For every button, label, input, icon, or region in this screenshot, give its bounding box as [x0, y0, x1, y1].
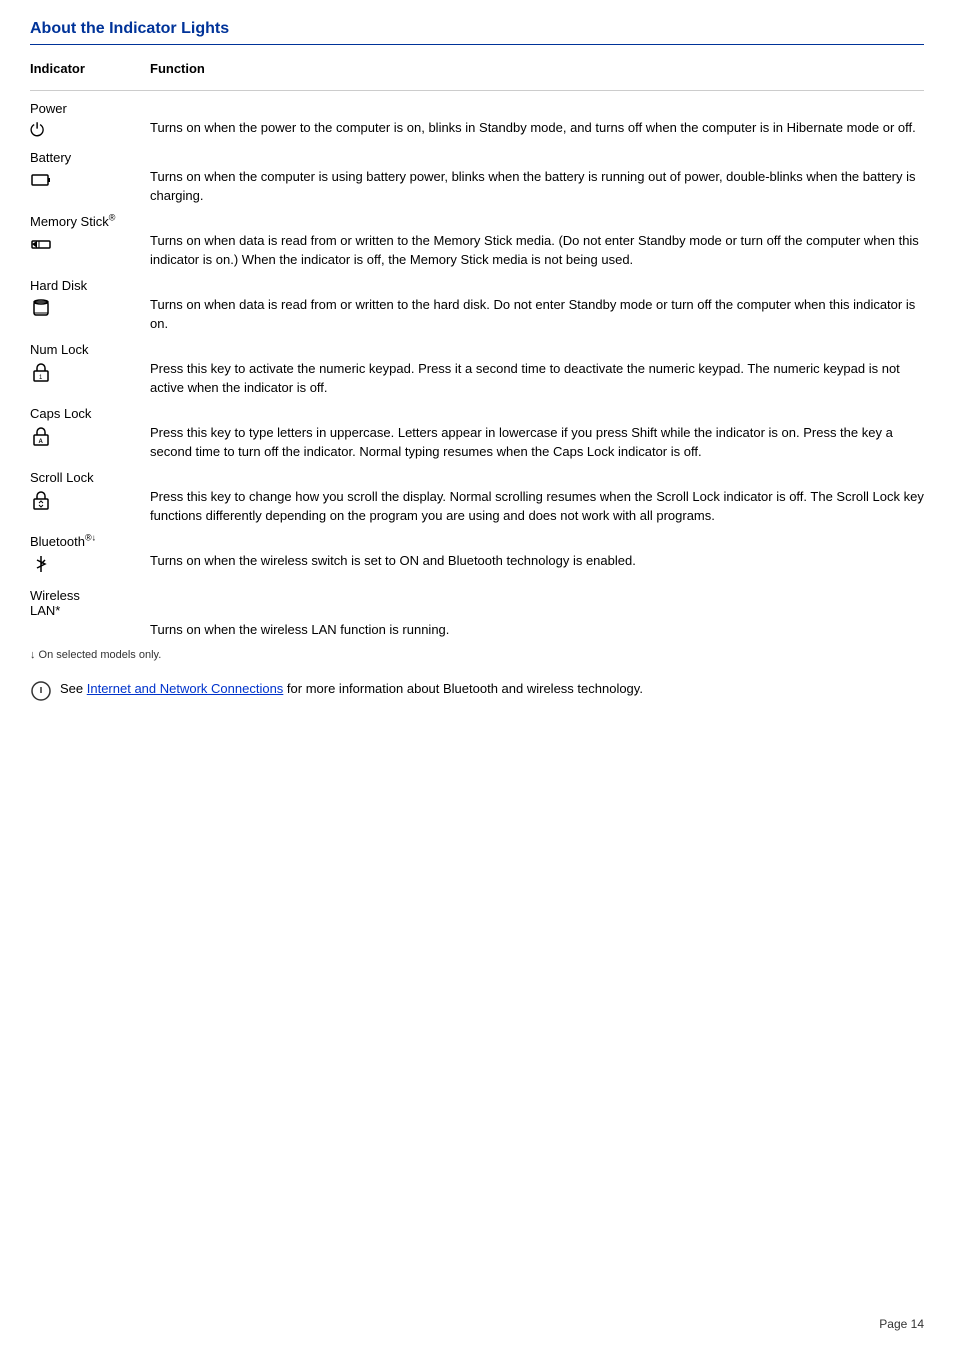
- svg-text:1: 1: [39, 375, 43, 381]
- scrolllock-icon-row: Press this key to change how you scroll …: [30, 487, 924, 526]
- harddisk-icon-cell: [30, 295, 150, 324]
- power-label: Power: [30, 101, 67, 116]
- bluetooth-group: Bluetooth®↓ Turns on when the wireless s…: [30, 534, 924, 580]
- note-text-before: See: [60, 681, 87, 696]
- numlock-icon: 1: [30, 361, 52, 383]
- harddisk-icon-row: Turns on when data is read from or writt…: [30, 295, 924, 334]
- note-section: See Internet and Network Connections for…: [30, 679, 924, 707]
- scrolllock-icon: [30, 489, 52, 511]
- harddisk-icon: [30, 297, 52, 319]
- header-divider: [30, 90, 924, 91]
- bluetooth-function: Turns on when the wireless switch is set…: [150, 551, 924, 571]
- note-link[interactable]: Internet and Network Connections: [87, 681, 284, 696]
- power-label-row: Power: [30, 101, 924, 116]
- wirelesslan-function: Turns on when the wireless LAN function …: [150, 620, 924, 640]
- harddisk-label: Hard Disk: [30, 278, 87, 293]
- scrolllock-icon-cell: [30, 487, 150, 516]
- wirelesslan-group: WirelessLAN* Turns on when the wireless …: [30, 588, 924, 640]
- harddisk-group: Hard Disk Turns on when data is read fro…: [30, 278, 924, 334]
- memorystick-function: Turns on when data is read from or writt…: [150, 231, 924, 270]
- capslock-icon-row: A Press this key to type letters in uppe…: [30, 423, 924, 462]
- wirelesslan-label: WirelessLAN*: [30, 588, 80, 618]
- wirelesslan-icon-row: Turns on when the wireless LAN function …: [30, 620, 924, 640]
- scrolllock-label: Scroll Lock: [30, 470, 94, 485]
- battery-label: Battery: [30, 150, 71, 165]
- capslock-icon: A: [30, 425, 52, 447]
- numlock-function: Press this key to activate the numeric k…: [150, 359, 924, 398]
- numlock-icon-row: 1 Press this key to activate the numeric…: [30, 359, 924, 398]
- bluetooth-label-row: Bluetooth®↓: [30, 534, 924, 549]
- battery-function: Turns on when the computer is using batt…: [150, 167, 924, 206]
- battery-icon-cell: [30, 167, 150, 196]
- header-indicator: Indicator: [30, 61, 150, 76]
- harddisk-label-row: Hard Disk: [30, 278, 924, 293]
- scrolllock-group: Scroll Lock Press this key to change how…: [30, 470, 924, 526]
- note-text-after: for more information about Bluetooth and…: [283, 681, 643, 696]
- power-group: Power ⏻ Turns on when the power to the c…: [30, 101, 924, 142]
- wirelesslan-label-row: WirelessLAN*: [30, 588, 924, 618]
- capslock-group: Caps Lock A Press this key to type lette…: [30, 406, 924, 462]
- note-icon: [30, 680, 52, 707]
- capslock-label-row: Caps Lock: [30, 406, 924, 421]
- footnote: ↓ On selected models only.: [30, 649, 924, 661]
- battery-icon-row: Turns on when the computer is using batt…: [30, 167, 924, 206]
- capslock-icon-cell: A: [30, 423, 150, 452]
- bluetooth-icon-row: Turns on when the wireless switch is set…: [30, 551, 924, 580]
- numlock-group: Num Lock 1 Press this key to activate th…: [30, 342, 924, 398]
- header-function: Function: [150, 61, 205, 76]
- table-header: Indicator Function: [30, 61, 924, 80]
- bluetooth-icon: [30, 553, 52, 575]
- battery-icon: [30, 169, 52, 191]
- note-pencil-icon: [30, 680, 52, 702]
- power-icon-cell: ⏻: [30, 118, 150, 142]
- capslock-function: Press this key to type letters in upperc…: [150, 423, 924, 462]
- memorystick-label-row: Memory Stick®: [30, 214, 924, 229]
- power-function: Turns on when the power to the computer …: [150, 118, 924, 138]
- power-icon: ⏻: [30, 120, 44, 140]
- bluetooth-label: Bluetooth®↓: [30, 534, 96, 549]
- numlock-icon-cell: 1: [30, 359, 150, 388]
- memorystick-icon-cell: [30, 231, 150, 260]
- harddisk-function: Turns on when data is read from or writt…: [150, 295, 924, 334]
- memorystick-group: Memory Stick® Turns on when data is read…: [30, 214, 924, 270]
- numlock-label-row: Num Lock: [30, 342, 924, 357]
- svg-text:A: A: [39, 439, 44, 445]
- page-number: Page 14: [879, 1317, 924, 1331]
- scrolllock-label-row: Scroll Lock: [30, 470, 924, 485]
- numlock-label: Num Lock: [30, 342, 89, 357]
- bluetooth-icon-cell: [30, 551, 150, 580]
- page-title: About the Indicator Lights: [30, 20, 924, 45]
- battery-group: Battery Turns on when the computer is us…: [30, 150, 924, 206]
- battery-label-row: Battery: [30, 150, 924, 165]
- memorystick-label: Memory Stick®: [30, 214, 115, 229]
- note-text: See Internet and Network Connections for…: [60, 679, 643, 699]
- scrolllock-function: Press this key to change how you scroll …: [150, 487, 924, 526]
- capslock-label: Caps Lock: [30, 406, 91, 421]
- wirelesslan-icon-cell: [30, 620, 150, 622]
- memorystick-icon: [30, 233, 52, 255]
- memorystick-icon-row: Turns on when data is read from or writt…: [30, 231, 924, 270]
- power-icon-row: ⏻ Turns on when the power to the compute…: [30, 118, 924, 142]
